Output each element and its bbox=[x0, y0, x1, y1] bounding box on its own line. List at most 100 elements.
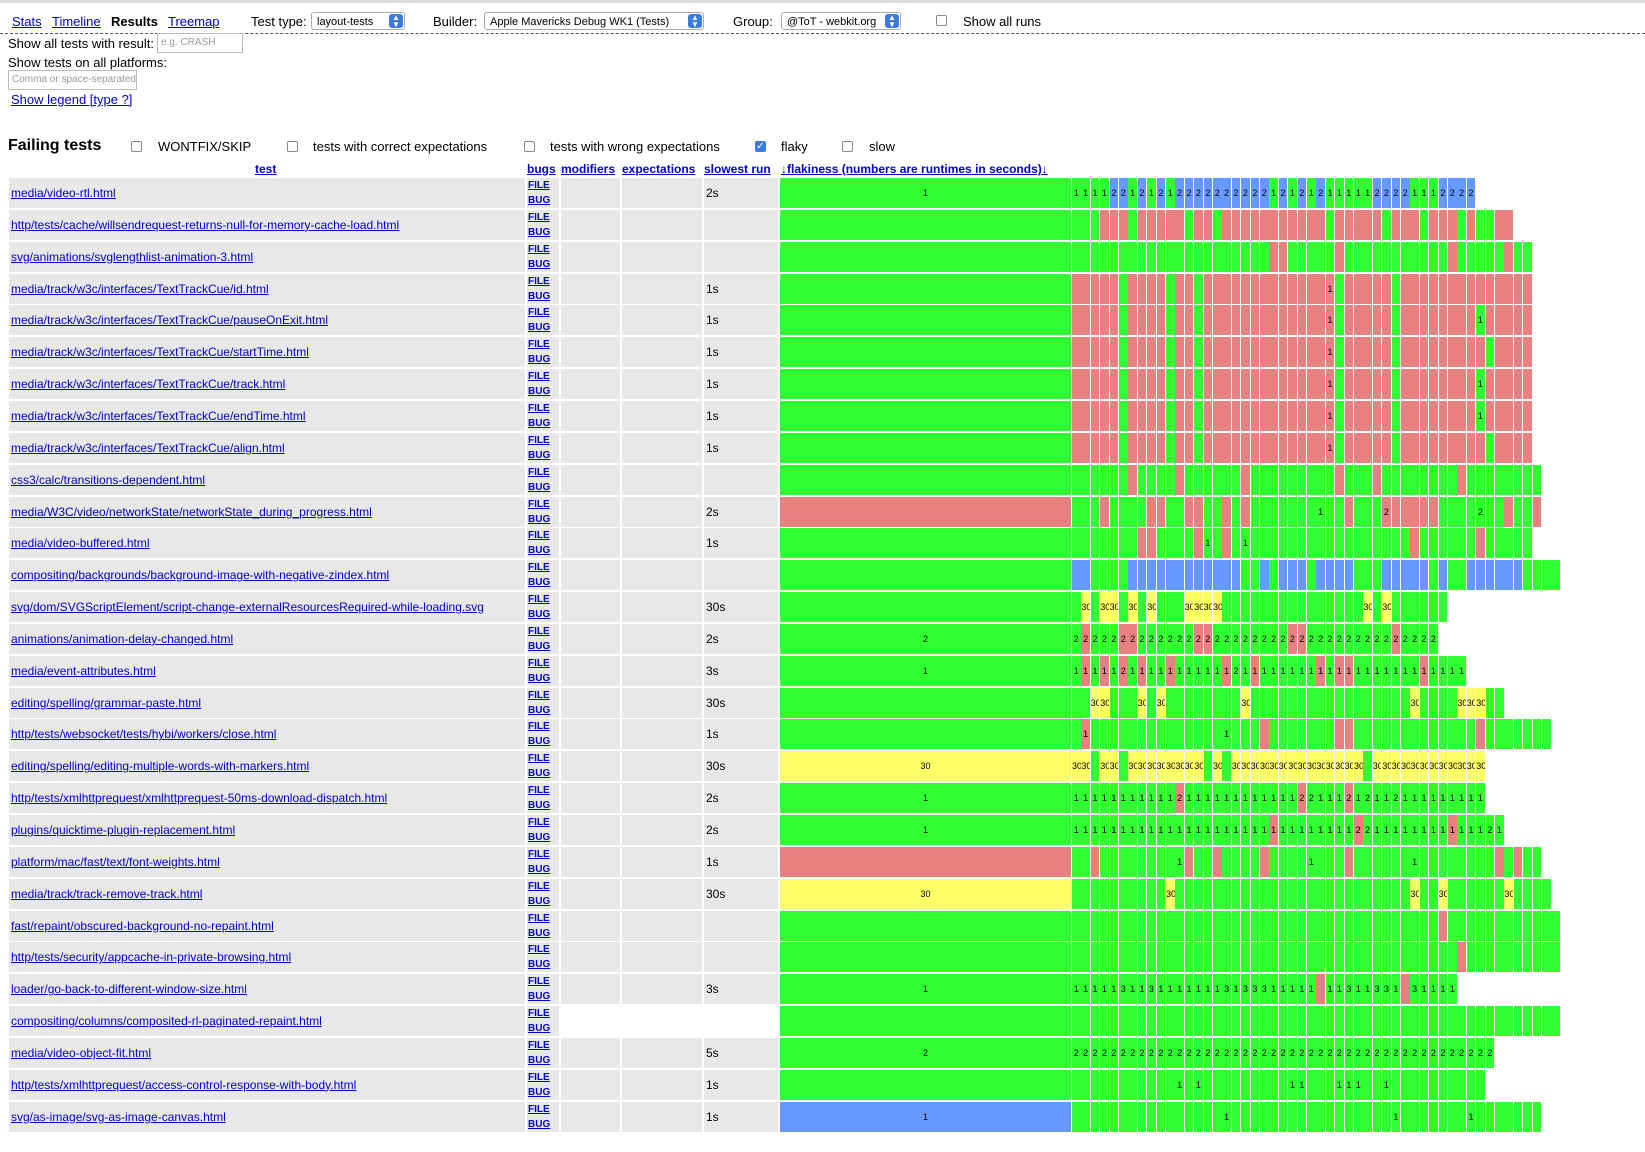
run-result-cell[interactable] bbox=[1316, 687, 1325, 718]
run-result-cell[interactable]: 1 bbox=[1156, 815, 1166, 845]
run-result-cell[interactable] bbox=[1288, 496, 1297, 527]
run-result-cell[interactable] bbox=[1344, 209, 1354, 240]
run-result-cell[interactable] bbox=[1231, 432, 1241, 463]
run-result-cell[interactable] bbox=[1504, 305, 1513, 336]
run-result-cell[interactable] bbox=[1288, 846, 1297, 877]
run-result-cell[interactable] bbox=[1419, 1006, 1429, 1037]
run-result-cell[interactable] bbox=[1156, 846, 1166, 877]
nav-timeline[interactable]: Timeline bbox=[52, 14, 101, 29]
run-result-cell[interactable]: 1 bbox=[1372, 815, 1382, 845]
run-result-cell[interactable]: 1 bbox=[1081, 655, 1090, 686]
run-result-cell[interactable] bbox=[1363, 305, 1372, 336]
run-result-cell[interactable]: 1 bbox=[1194, 815, 1203, 845]
run-result-cell[interactable] bbox=[1213, 719, 1222, 750]
run-result-cell[interactable] bbox=[1269, 1069, 1278, 1100]
flakiness-summary-cell[interactable] bbox=[780, 432, 1071, 463]
test-link[interactable]: css3/calc/transitions-dependent.html bbox=[11, 473, 205, 487]
run-result-cell[interactable] bbox=[1448, 496, 1457, 527]
run-result-cell[interactable] bbox=[1485, 719, 1495, 750]
run-result-cell[interactable] bbox=[1081, 560, 1090, 591]
run-result-cell[interactable] bbox=[1213, 400, 1222, 431]
run-result-cell[interactable]: 1 bbox=[1476, 815, 1485, 845]
run-result-cell[interactable] bbox=[1419, 464, 1429, 495]
run-result-cell[interactable] bbox=[1354, 432, 1363, 463]
show-all-runs-checkbox[interactable] bbox=[936, 15, 947, 26]
run-result-cell[interactable]: 1 bbox=[1391, 655, 1401, 686]
run-result-cell[interactable] bbox=[1410, 592, 1419, 623]
run-result-cell[interactable]: 2 bbox=[1476, 1037, 1485, 1068]
run-result-cell[interactable] bbox=[1513, 1006, 1523, 1037]
run-result-cell[interactable] bbox=[1081, 273, 1090, 304]
run-result-cell[interactable] bbox=[1542, 942, 1551, 973]
run-result-cell[interactable] bbox=[1090, 464, 1100, 495]
run-result-cell[interactable] bbox=[1382, 273, 1391, 304]
run-result-cell[interactable] bbox=[1344, 846, 1354, 877]
run-result-cell[interactable]: 1 bbox=[1372, 655, 1382, 686]
run-result-cell[interactable] bbox=[1476, 878, 1485, 909]
run-result-cell[interactable] bbox=[1438, 305, 1448, 336]
run-result-cell[interactable] bbox=[1288, 910, 1297, 941]
run-result-cell[interactable] bbox=[1410, 528, 1419, 559]
run-result-cell[interactable] bbox=[1513, 432, 1523, 463]
test-link[interactable]: http/tests/cache/willsendrequest-returns… bbox=[11, 218, 399, 232]
file-bug-link[interactable]: FILE bbox=[528, 465, 559, 480]
run-result-cell[interactable] bbox=[1401, 496, 1410, 527]
run-result-cell[interactable] bbox=[1457, 369, 1466, 400]
run-result-cell[interactable] bbox=[1457, 942, 1466, 973]
run-result-cell[interactable] bbox=[1485, 305, 1495, 336]
run-result-cell[interactable] bbox=[1316, 878, 1325, 909]
run-result-cell[interactable] bbox=[1203, 751, 1213, 782]
run-result-cell[interactable]: 2 bbox=[1213, 1037, 1222, 1068]
run-result-cell[interactable] bbox=[1504, 241, 1513, 272]
run-result-cell[interactable] bbox=[1297, 432, 1307, 463]
run-result-cell[interactable] bbox=[1448, 560, 1457, 591]
run-result-cell[interactable] bbox=[1156, 560, 1166, 591]
run-result-cell[interactable] bbox=[1194, 432, 1203, 463]
file-bug-link[interactable]: FILE bbox=[528, 783, 559, 798]
run-result-cell[interactable]: 2 bbox=[1307, 1037, 1316, 1068]
run-result-cell[interactable]: 1 bbox=[1325, 432, 1335, 463]
test-link[interactable]: media/video-buffered.html bbox=[11, 536, 150, 550]
run-result-cell[interactable] bbox=[1260, 400, 1269, 431]
run-result-cell[interactable] bbox=[1288, 942, 1297, 973]
run-result-cell[interactable] bbox=[1485, 273, 1495, 304]
run-result-cell[interactable] bbox=[1278, 1069, 1288, 1100]
run-result-cell[interactable]: 2 bbox=[1457, 178, 1466, 208]
run-result-cell[interactable]: 2 bbox=[1401, 178, 1410, 208]
run-result-cell[interactable] bbox=[1297, 273, 1307, 304]
run-result-cell[interactable] bbox=[1288, 1101, 1297, 1132]
run-result-cell[interactable] bbox=[1504, 560, 1513, 591]
run-result-cell[interactable] bbox=[1325, 846, 1335, 877]
run-result-cell[interactable] bbox=[1072, 496, 1081, 527]
run-result-cell[interactable] bbox=[1109, 337, 1119, 368]
run-result-cell[interactable]: 2 bbox=[1194, 1037, 1203, 1068]
run-result-cell[interactable] bbox=[1335, 846, 1344, 877]
run-result-cell[interactable] bbox=[1081, 846, 1090, 877]
run-result-cell[interactable] bbox=[1194, 528, 1203, 559]
run-result-cell[interactable] bbox=[1203, 1069, 1213, 1100]
run-result-cell[interactable] bbox=[1410, 369, 1419, 400]
run-result-cell[interactable] bbox=[1495, 209, 1504, 240]
run-result-cell[interactable]: 30 bbox=[1090, 687, 1100, 718]
run-result-cell[interactable] bbox=[1100, 400, 1109, 431]
run-result-cell[interactable] bbox=[1166, 464, 1175, 495]
run-result-cell[interactable] bbox=[1156, 337, 1166, 368]
run-result-cell[interactable]: 30 bbox=[1081, 592, 1090, 623]
run-result-cell[interactable] bbox=[1278, 687, 1288, 718]
run-result-cell[interactable]: 30 bbox=[1476, 751, 1485, 782]
run-result-cell[interactable] bbox=[1090, 273, 1100, 304]
run-result-cell[interactable] bbox=[1137, 369, 1147, 400]
run-result-cell[interactable]: 1 bbox=[1090, 783, 1100, 814]
run-result-cell[interactable]: 1 bbox=[1325, 815, 1335, 845]
run-result-cell[interactable] bbox=[1156, 1069, 1166, 1100]
run-result-cell[interactable] bbox=[1485, 942, 1495, 973]
run-result-cell[interactable] bbox=[1213, 241, 1222, 272]
run-result-cell[interactable] bbox=[1090, 1101, 1100, 1132]
run-result-cell[interactable]: 2 bbox=[1260, 178, 1269, 208]
run-result-cell[interactable] bbox=[1372, 878, 1382, 909]
run-result-cell[interactable]: 1 bbox=[1391, 974, 1401, 1005]
run-result-cell[interactable]: 30 bbox=[1241, 687, 1250, 718]
run-result-cell[interactable] bbox=[1448, 432, 1457, 463]
run-result-cell[interactable] bbox=[1382, 432, 1391, 463]
run-result-cell[interactable] bbox=[1184, 273, 1194, 304]
